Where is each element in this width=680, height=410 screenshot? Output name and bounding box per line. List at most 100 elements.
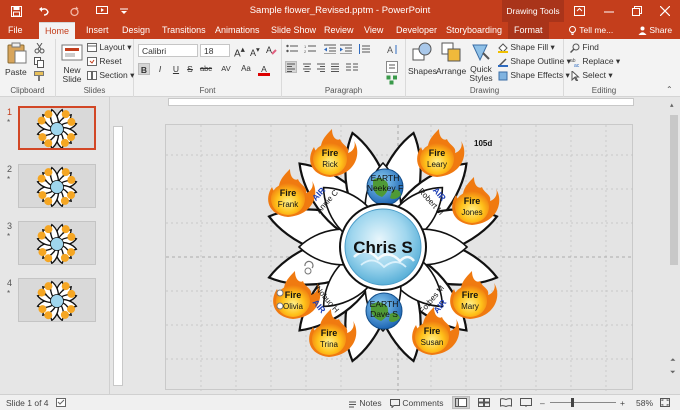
copy-icon[interactable] — [34, 57, 45, 68]
reading-view-icon[interactable] — [500, 398, 512, 409]
shape-outline-button[interactable]: Shape Outline ▾ — [498, 56, 571, 67]
tab-transitions[interactable]: Transitions — [162, 22, 206, 39]
vertical-ruler — [113, 126, 123, 386]
format-painter-icon[interactable] — [34, 71, 45, 82]
bold-button[interactable]: B — [138, 63, 150, 75]
thumbnail-number: 4 — [7, 278, 13, 288]
save-icon[interactable] — [8, 3, 24, 19]
decrease-font-size-button[interactable]: A▾ — [250, 45, 260, 58]
tab-format[interactable]: Format — [508, 22, 549, 39]
earth-element[interactable]: EARTH Dave S — [365, 292, 403, 330]
next-slide-icon[interactable]: ⏷ — [670, 369, 678, 377]
start-from-beginning-icon[interactable] — [94, 3, 110, 19]
align-text-icon[interactable] — [386, 61, 398, 73]
slide-thumbnail-4[interactable] — [18, 278, 96, 322]
zoom-slider[interactable] — [550, 398, 616, 407]
font-name-combo[interactable]: Calibri — [138, 44, 198, 57]
vertical-scrollbar[interactable]: ▴ ⏶ ⏷ — [668, 97, 680, 394]
numbering-icon[interactable]: 12 — [304, 44, 316, 54]
zoom-out-button[interactable]: – — [540, 398, 545, 408]
shape-effects-button[interactable]: Shape Effects ▾ — [498, 70, 570, 81]
tab-slide-show[interactable]: Slide Show — [271, 22, 316, 39]
redo-icon[interactable] — [66, 3, 82, 19]
font-color-button[interactable]: A — [258, 63, 270, 76]
align-right-icon[interactable] — [316, 62, 326, 72]
cut-icon[interactable] — [34, 43, 45, 54]
scrollbar-thumb[interactable] — [670, 115, 678, 265]
zoom-in-button[interactable]: + — [620, 398, 625, 408]
close-icon[interactable] — [652, 0, 678, 22]
tab-home[interactable]: Home — [39, 22, 76, 39]
center-water-element[interactable]: Chris S — [339, 203, 427, 291]
font-size-combo[interactable]: 18 — [200, 44, 230, 57]
convert-to-smartart-icon[interactable] — [386, 75, 398, 85]
tab-animations[interactable]: Animations — [215, 22, 260, 39]
spell-check-icon[interactable] — [56, 398, 66, 409]
find-button[interactable]: Find — [570, 42, 599, 53]
tab-insert[interactable]: Insert — [86, 22, 109, 39]
tab-storyboarding[interactable]: Storyboarding — [446, 22, 502, 39]
justify-icon[interactable] — [330, 62, 340, 72]
align-left-button[interactable] — [285, 61, 297, 73]
comments-button[interactable]: Comments — [390, 398, 443, 409]
tab-file[interactable]: File — [8, 22, 23, 39]
align-center-icon[interactable] — [302, 62, 312, 72]
earth-element[interactable]: EARTH Neekey F — [366, 168, 404, 206]
shapes-button[interactable]: Shapes — [408, 41, 437, 81]
slide-sorter-icon[interactable] — [478, 398, 490, 409]
mini-fire — [44, 139, 53, 148]
mini-fire — [44, 254, 53, 263]
increase-font-size-button[interactable]: A▴ — [234, 44, 245, 59]
change-case-button[interactable]: Aa — [238, 63, 254, 75]
strikethrough-button[interactable]: abc — [198, 63, 214, 75]
shadow-button[interactable]: S — [184, 63, 196, 75]
arrange-button[interactable]: Arrange — [436, 41, 466, 81]
increase-indent-icon[interactable] — [340, 44, 352, 54]
section-button[interactable]: Section ▾ — [87, 70, 134, 81]
character-spacing-button[interactable]: AV — [218, 63, 234, 75]
ribbon-display-options-icon[interactable] — [566, 0, 592, 22]
text-direction-icon[interactable]: A — [386, 43, 400, 55]
zoom-slider-thumb[interactable] — [571, 398, 574, 407]
zoom-level[interactable]: 58% — [636, 398, 653, 408]
tab-review[interactable]: Review — [324, 22, 354, 39]
customize-qat-icon[interactable] — [116, 3, 132, 19]
quick-styles-button[interactable]: Quick Styles — [466, 41, 494, 87]
notes-button[interactable]: Notes — [348, 398, 382, 408]
slide-canvas[interactable]: Fire Rick Fire Leary Fire Frank Fire Jones Fire O… — [165, 124, 634, 391]
columns-icon[interactable] — [346, 62, 358, 72]
slide-thumbnail-3[interactable] — [18, 221, 96, 265]
select-button[interactable]: Select ▾ — [570, 70, 613, 81]
tab-developer[interactable]: Developer — [396, 22, 437, 39]
shape-fill-button[interactable]: Shape Fill ▾ — [498, 42, 555, 53]
normal-view-button[interactable] — [452, 396, 470, 409]
restore-icon[interactable] — [624, 0, 650, 22]
tab-view[interactable]: View — [364, 22, 383, 39]
new-slide-button[interactable]: New Slide — [60, 42, 84, 84]
slide-thumbnail-2[interactable] — [18, 164, 96, 208]
tab-design[interactable]: Design — [122, 22, 150, 39]
layout-button[interactable]: Layout ▾ — [87, 42, 132, 53]
replace-button[interactable]: ab ac Replace ▾ — [570, 56, 620, 67]
paste-button[interactable]: Paste — [5, 42, 27, 82]
minimize-icon[interactable] — [596, 0, 622, 22]
lightbulb-icon — [569, 26, 576, 36]
clear-formatting-button[interactable]: A — [266, 44, 277, 55]
slideshow-icon[interactable] — [520, 398, 532, 409]
bullets-icon[interactable] — [286, 44, 298, 54]
share-button[interactable]: Share — [638, 25, 672, 36]
clipboard-icon — [7, 42, 27, 64]
underline-button[interactable]: U — [170, 63, 182, 75]
fire-label: Fire — [321, 328, 338, 338]
fit-slide-icon[interactable] — [660, 398, 670, 409]
previous-slide-icon[interactable]: ⏶ — [670, 357, 678, 365]
tell-me-box[interactable]: Tell me... — [568, 25, 613, 36]
italic-button[interactable]: I — [154, 63, 166, 75]
line-spacing-icon[interactable] — [358, 44, 370, 54]
slide-thumbnail-1[interactable] — [18, 106, 96, 150]
collapse-ribbon-icon[interactable]: ⌃ — [666, 85, 673, 94]
undo-icon[interactable] — [36, 3, 52, 19]
scroll-up-icon[interactable]: ▴ — [670, 101, 678, 109]
reset-button[interactable]: Reset — [87, 56, 122, 67]
decrease-indent-icon[interactable] — [324, 44, 336, 54]
